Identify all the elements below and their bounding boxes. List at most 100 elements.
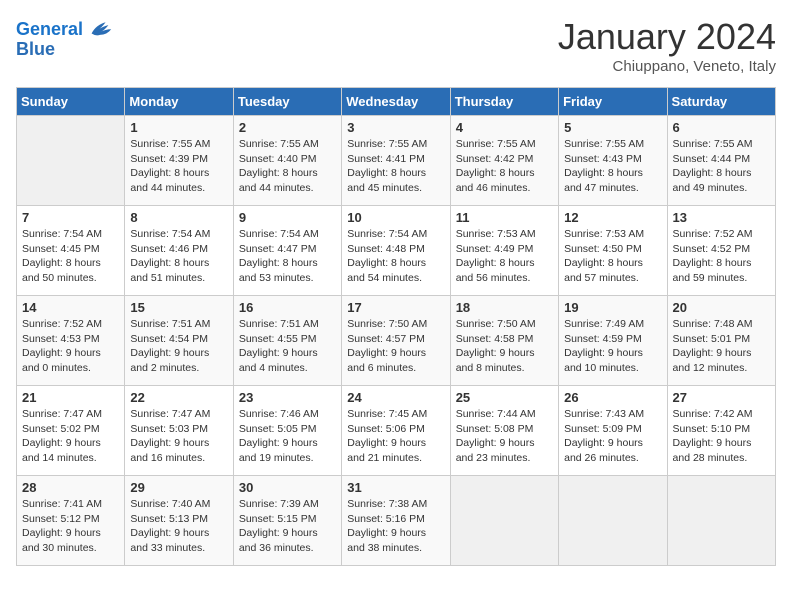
- calendar-cell: 26 Sunrise: 7:43 AMSunset: 5:09 PMDayligh…: [559, 386, 667, 476]
- calendar-cell: 21 Sunrise: 7:47 AMSunset: 5:02 PMDayligh…: [17, 386, 125, 476]
- calendar-cell: 23Sunrise: 7:46 AMSunset: 5:05 PMDayligh…: [233, 386, 341, 476]
- calendar-cell: 20 Sunrise: 7:48 AMSunset: 5:01 PMDayligh…: [667, 296, 775, 386]
- month-title: January 2024: [558, 16, 776, 58]
- calendar-week-row: 7 Sunrise: 7:54 AMSunset: 4:45 PMDaylight…: [17, 206, 776, 296]
- day-number: 18: [456, 300, 553, 315]
- location-subtitle: Chiuppano, Veneto, Italy: [558, 58, 776, 75]
- calendar-cell: 14Sunrise: 7:52 AMSunset: 4:53 PMDayligh…: [17, 296, 125, 386]
- day-info: Sunrise: 7:45 AMSunset: 5:06 PMDaylight:…: [347, 407, 444, 466]
- calendar-cell: [17, 116, 125, 206]
- day-info: Sunrise: 7:51 AMSunset: 4:55 PMDaylight:…: [239, 317, 336, 376]
- column-header-monday: Monday: [125, 88, 233, 116]
- day-info: Sunrise: 7:54 AMSunset: 4:48 PMDaylight:…: [347, 227, 444, 286]
- day-number: 24: [347, 390, 444, 405]
- day-info: Sunrise: 7:47 AMSunset: 5:03 PMDaylight:…: [130, 407, 227, 466]
- day-number: 23: [239, 390, 336, 405]
- column-header-wednesday: Wednesday: [342, 88, 450, 116]
- day-number: 25: [456, 390, 553, 405]
- calendar-cell: 7 Sunrise: 7:54 AMSunset: 4:45 PMDaylight…: [17, 206, 125, 296]
- day-info: Sunrise: 7:52 AMSunset: 4:53 PMDaylight:…: [22, 317, 119, 376]
- column-header-thursday: Thursday: [450, 88, 558, 116]
- calendar-cell: 5 Sunrise: 7:55 AMSunset: 4:43 PMDaylight…: [559, 116, 667, 206]
- logo-text: General: [16, 20, 83, 40]
- calendar-cell: [450, 476, 558, 566]
- day-number: 13: [673, 210, 770, 225]
- calendar-cell: [667, 476, 775, 566]
- calendar-cell: 25 Sunrise: 7:44 AMSunset: 5:08 PMDayligh…: [450, 386, 558, 476]
- day-number: 4: [456, 120, 553, 135]
- day-info: Sunrise: 7:50 AMSunset: 4:58 PMDaylight:…: [456, 317, 553, 376]
- day-info: Sunrise: 7:50 AMSunset: 4:57 PMDaylight:…: [347, 317, 444, 376]
- calendar-cell: 13 Sunrise: 7:52 AMSunset: 4:52 PMDayligh…: [667, 206, 775, 296]
- calendar-cell: 22Sunrise: 7:47 AMSunset: 5:03 PMDayligh…: [125, 386, 233, 476]
- day-info: Sunrise: 7:55 AMSunset: 4:41 PMDaylight:…: [347, 137, 444, 196]
- calendar-cell: [559, 476, 667, 566]
- day-info: Sunrise: 7:55 AMSunset: 4:43 PMDaylight:…: [564, 137, 661, 196]
- day-info: Sunrise: 7:52 AMSunset: 4:52 PMDaylight:…: [673, 227, 770, 286]
- day-info: Sunrise: 7:43 AMSunset: 5:09 PMDaylight:…: [564, 407, 661, 466]
- calendar-header-row: SundayMondayTuesdayWednesdayThursdayFrid…: [17, 88, 776, 116]
- day-info: Sunrise: 7:51 AMSunset: 4:54 PMDaylight:…: [130, 317, 227, 376]
- day-info: Sunrise: 7:42 AMSunset: 5:10 PMDaylight:…: [673, 407, 770, 466]
- day-number: 30: [239, 480, 336, 495]
- day-number: 31: [347, 480, 444, 495]
- page-header: General Blue January 2024 Chiuppano, Ven…: [16, 16, 776, 75]
- day-info: Sunrise: 7:40 AMSunset: 5:13 PMDaylight:…: [130, 497, 227, 556]
- calendar-week-row: 28Sunrise: 7:41 AMSunset: 5:12 PMDayligh…: [17, 476, 776, 566]
- calendar-cell: 29 Sunrise: 7:40 AMSunset: 5:13 PMDayligh…: [125, 476, 233, 566]
- day-info: Sunrise: 7:39 AMSunset: 5:15 PMDaylight:…: [239, 497, 336, 556]
- day-info: Sunrise: 7:55 AMSunset: 4:40 PMDaylight:…: [239, 137, 336, 196]
- day-info: Sunrise: 7:55 AMSunset: 4:42 PMDaylight:…: [456, 137, 553, 196]
- calendar-cell: 10 Sunrise: 7:54 AMSunset: 4:48 PMDayligh…: [342, 206, 450, 296]
- calendar-week-row: 21 Sunrise: 7:47 AMSunset: 5:02 PMDayligh…: [17, 386, 776, 476]
- day-number: 15: [130, 300, 227, 315]
- day-info: Sunrise: 7:41 AMSunset: 5:12 PMDaylight:…: [22, 497, 119, 556]
- day-number: 7: [22, 210, 119, 225]
- day-number: 2: [239, 120, 336, 135]
- day-number: 11: [456, 210, 553, 225]
- day-number: 27: [673, 390, 770, 405]
- day-number: 26: [564, 390, 661, 405]
- logo-bird-icon: [86, 16, 114, 44]
- day-number: 8: [130, 210, 227, 225]
- column-header-sunday: Sunday: [17, 88, 125, 116]
- column-header-tuesday: Tuesday: [233, 88, 341, 116]
- column-header-friday: Friday: [559, 88, 667, 116]
- calendar-cell: 2 Sunrise: 7:55 AMSunset: 4:40 PMDaylight…: [233, 116, 341, 206]
- calendar-table: SundayMondayTuesdayWednesdayThursdayFrid…: [16, 87, 776, 566]
- day-number: 16: [239, 300, 336, 315]
- calendar-cell: 27 Sunrise: 7:42 AMSunset: 5:10 PMDayligh…: [667, 386, 775, 476]
- title-block: January 2024 Chiuppano, Veneto, Italy: [558, 16, 776, 75]
- day-info: Sunrise: 7:47 AMSunset: 5:02 PMDaylight:…: [22, 407, 119, 466]
- calendar-cell: 30 Sunrise: 7:39 AMSunset: 5:15 PMDayligh…: [233, 476, 341, 566]
- day-number: 12: [564, 210, 661, 225]
- day-info: Sunrise: 7:55 AMSunset: 4:44 PMDaylight:…: [673, 137, 770, 196]
- day-info: Sunrise: 7:44 AMSunset: 5:08 PMDaylight:…: [456, 407, 553, 466]
- calendar-cell: 15 Sunrise: 7:51 AMSunset: 4:54 PMDayligh…: [125, 296, 233, 386]
- day-number: 21: [22, 390, 119, 405]
- day-number: 9: [239, 210, 336, 225]
- calendar-week-row: 1Sunrise: 7:55 AMSunset: 4:39 PMDaylight…: [17, 116, 776, 206]
- column-header-saturday: Saturday: [667, 88, 775, 116]
- calendar-cell: 24 Sunrise: 7:45 AMSunset: 5:06 PMDayligh…: [342, 386, 450, 476]
- calendar-cell: 12 Sunrise: 7:53 AMSunset: 4:50 PMDayligh…: [559, 206, 667, 296]
- day-number: 5: [564, 120, 661, 135]
- calendar-cell: 11Sunrise: 7:53 AMSunset: 4:49 PMDayligh…: [450, 206, 558, 296]
- logo-blue-text: Blue: [16, 40, 55, 60]
- calendar-week-row: 14Sunrise: 7:52 AMSunset: 4:53 PMDayligh…: [17, 296, 776, 386]
- calendar-cell: 17Sunrise: 7:50 AMSunset: 4:57 PMDayligh…: [342, 296, 450, 386]
- day-info: Sunrise: 7:54 AMSunset: 4:45 PMDaylight:…: [22, 227, 119, 286]
- day-info: Sunrise: 7:53 AMSunset: 4:50 PMDaylight:…: [564, 227, 661, 286]
- calendar-cell: 28Sunrise: 7:41 AMSunset: 5:12 PMDayligh…: [17, 476, 125, 566]
- day-number: 20: [673, 300, 770, 315]
- day-number: 29: [130, 480, 227, 495]
- logo: General Blue: [16, 16, 114, 60]
- calendar-cell: 31 Sunrise: 7:38 AMSunset: 5:16 PMDayligh…: [342, 476, 450, 566]
- day-number: 6: [673, 120, 770, 135]
- calendar-cell: 9 Sunrise: 7:54 AMSunset: 4:47 PMDaylight…: [233, 206, 341, 296]
- day-info: Sunrise: 7:54 AMSunset: 4:47 PMDaylight:…: [239, 227, 336, 286]
- day-number: 10: [347, 210, 444, 225]
- calendar-cell: 16 Sunrise: 7:51 AMSunset: 4:55 PMDayligh…: [233, 296, 341, 386]
- day-info: Sunrise: 7:38 AMSunset: 5:16 PMDaylight:…: [347, 497, 444, 556]
- day-info: Sunrise: 7:48 AMSunset: 5:01 PMDaylight:…: [673, 317, 770, 376]
